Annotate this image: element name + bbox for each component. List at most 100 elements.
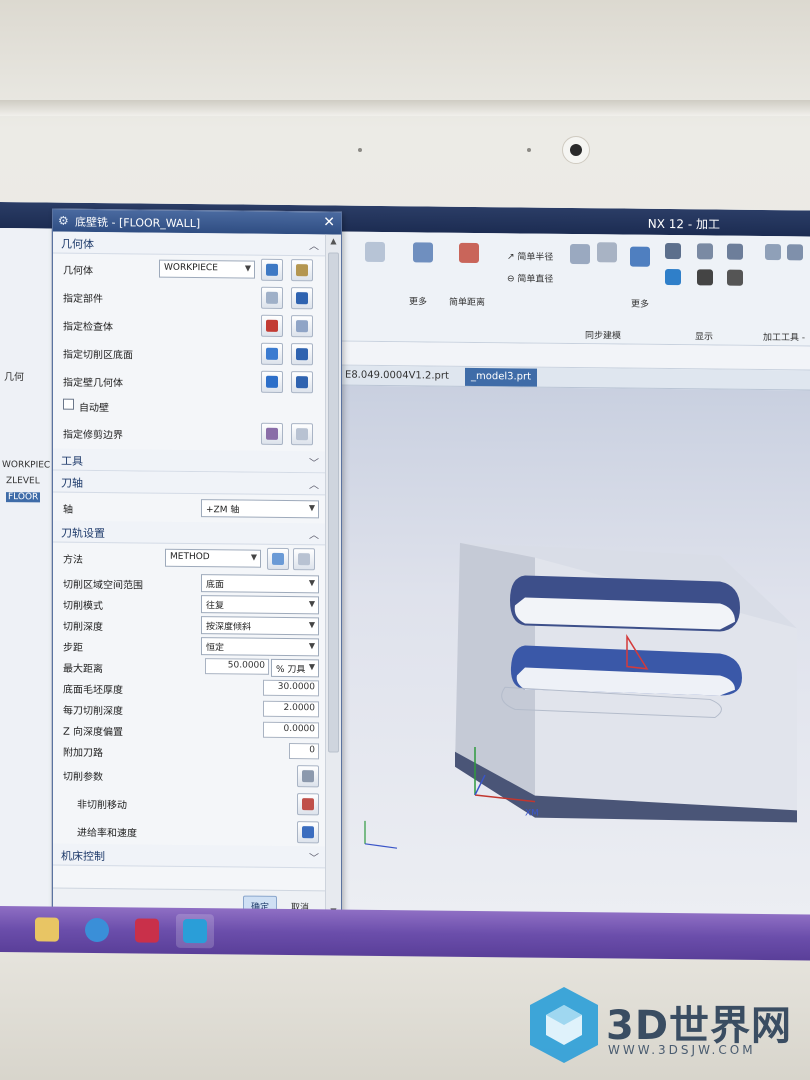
section-geometry[interactable]: 几何体 ︿: [53, 231, 325, 257]
floor-stock-label: 底面毛坯厚度: [63, 684, 123, 697]
edit-geometry-icon[interactable]: [291, 259, 313, 282]
gear-icon[interactable]: ⚙: [58, 214, 69, 228]
machining-tool-icon[interactable]: [787, 244, 803, 261]
depth-per-cut-input[interactable]: 2.0000: [263, 700, 319, 718]
group-label-display: 显示: [695, 332, 714, 343]
flashlight-icon[interactable]: [291, 423, 313, 446]
z-offset-input[interactable]: 0.0000: [263, 721, 319, 739]
app-icon: [135, 918, 159, 943]
chevron-up-icon[interactable]: ︿: [309, 476, 319, 491]
curve-icon[interactable]: [697, 269, 713, 286]
cut-depth-select[interactable]: 按深度倾斜 ▼: [201, 616, 319, 636]
refresh-icon[interactable]: [630, 246, 650, 267]
move-face-icon[interactable]: [365, 241, 385, 263]
part-select-icon[interactable]: [261, 286, 283, 309]
chevron-down-icon[interactable]: ﹀: [309, 454, 319, 469]
new-geometry-icon[interactable]: [261, 258, 283, 281]
distance-icon[interactable]: [459, 242, 479, 264]
nav-item[interactable]: WORKPIECE: [2, 460, 52, 471]
axis-select[interactable]: +ZM 轴 ▼: [201, 499, 319, 519]
non-cut-icon[interactable]: [297, 793, 319, 816]
dialog-title-bar: ⚙ 底壁铣 - [FLOOR_WALL] ✕: [53, 209, 341, 235]
simple-diameter-button[interactable]: ⊖ 简单直径: [507, 271, 553, 284]
depth-per-cut-label: 每刀切削深度: [63, 705, 123, 718]
taskbar-app[interactable]: [128, 913, 166, 947]
wrench-icon[interactable]: [293, 548, 315, 571]
sensor-dot: [527, 148, 531, 152]
section-axis[interactable]: 刀轴 ︿: [53, 470, 325, 496]
part-model[interactable]: XM: [335, 386, 810, 921]
feeds-icon[interactable]: [297, 821, 319, 844]
more-button[interactable]: 更多: [409, 294, 427, 307]
section-tool[interactable]: 工具 ﹀: [53, 448, 325, 474]
dialog-scrollbar[interactable]: ▲ ▼: [325, 234, 341, 921]
floor-stock-input[interactable]: 30.0000: [263, 679, 319, 697]
nav-item[interactable]: 几何: [4, 368, 24, 383]
flashlight-icon[interactable]: [291, 343, 313, 366]
app-title: NX 12 - 加工: [647, 216, 720, 232]
display-icon[interactable]: [665, 242, 681, 260]
z-offset-row: Z 向深度偏置 0.0000: [53, 718, 325, 742]
flashlight-icon[interactable]: [291, 371, 313, 394]
close-icon[interactable]: ✕: [323, 214, 335, 230]
simple-radius-button[interactable]: ↗ 简单半径: [507, 249, 553, 262]
cut-pattern-value: 往复: [206, 601, 225, 612]
wall-select-icon[interactable]: [261, 370, 283, 393]
cut-params-label: 切削参数: [63, 771, 103, 784]
display-icon[interactable]: [665, 268, 681, 286]
simple-distance-button[interactable]: 简单距离: [449, 295, 485, 308]
sync-icon[interactable]: [570, 243, 590, 265]
chevron-up-icon[interactable]: ︿: [309, 526, 319, 541]
chevron-up-icon[interactable]: ︿: [309, 237, 319, 252]
display-icon[interactable]: [697, 243, 713, 260]
extra-passes-input[interactable]: 0: [289, 743, 319, 760]
stepover-value: 恒定: [206, 643, 225, 654]
non-cut-label: 非切削移动: [77, 799, 127, 812]
display-icon[interactable]: [727, 243, 743, 260]
stepover-select[interactable]: 恒定 ▼: [201, 637, 319, 657]
taskbar-browser[interactable]: [78, 913, 116, 947]
browser-icon: [85, 917, 109, 943]
feeds-label: 进给率和速度: [77, 827, 137, 840]
axis-label: 轴: [63, 504, 73, 516]
section-machine-control[interactable]: 机床控制 ﹀: [53, 843, 325, 869]
method-select[interactable]: METHOD ▼: [165, 548, 261, 568]
max-distance-unit-select[interactable]: % 刀具 ▼: [271, 658, 319, 678]
method-label: 方法: [63, 554, 83, 566]
section-path-settings[interactable]: 刀轨设置 ︿: [53, 520, 325, 546]
floor-wall-dialog: ⚙ 底壁铣 - [FLOOR_WALL] ✕ 几何体 ︿ 几何体 WORKPIEC…: [52, 208, 342, 922]
sync-icon[interactable]: [597, 242, 617, 263]
cut-depth-value: 按深度倾斜: [206, 622, 252, 633]
tool-icon[interactable]: [727, 269, 743, 286]
floor-select-icon[interactable]: [261, 342, 283, 365]
nav-item[interactable]: ZLEVEL: [6, 476, 40, 486]
measure-icon[interactable]: [413, 242, 433, 263]
flashlight-icon[interactable]: [291, 287, 313, 310]
axis-label: XM: [525, 808, 539, 818]
section-geometry-label: 几何体: [61, 237, 94, 251]
taskbar-nx[interactable]: [176, 913, 214, 949]
cut-pattern-select[interactable]: 往复 ▼: [201, 595, 319, 615]
section-path-label: 刀轨设置: [61, 526, 105, 541]
auto-wall-checkbox[interactable]: [63, 398, 74, 410]
geometry-select[interactable]: WORKPIECE ▼: [159, 259, 255, 279]
tab-file-1[interactable]: E8.049.0004V1.2.prt: [339, 369, 455, 383]
graphics-viewport[interactable]: XM: [335, 385, 810, 921]
nav-item[interactable]: FLOOR: [6, 492, 41, 503]
method-edit-icon[interactable]: [267, 547, 289, 571]
cut-region-select[interactable]: 底面 ▼: [201, 574, 319, 594]
max-distance-input[interactable]: 50.0000: [205, 658, 269, 675]
scroll-thumb[interactable]: [328, 252, 339, 753]
check-select-icon[interactable]: [261, 314, 283, 337]
taskbar-folder[interactable]: [28, 912, 66, 946]
flashlight-icon[interactable]: [291, 315, 313, 338]
chevron-down-icon[interactable]: ﹀: [309, 849, 319, 864]
trim-boundary-icon[interactable]: [261, 422, 283, 445]
cut-params-icon[interactable]: [297, 765, 319, 788]
cut-params-row: 切削参数: [53, 760, 325, 791]
more-button-2[interactable]: 更多: [631, 297, 649, 310]
machining-tool-icon[interactable]: [765, 244, 781, 261]
nx-icon: [183, 918, 207, 944]
tab-file-2[interactable]: _model3.prt: [465, 367, 538, 387]
scroll-up-icon[interactable]: ▲: [328, 236, 339, 248]
